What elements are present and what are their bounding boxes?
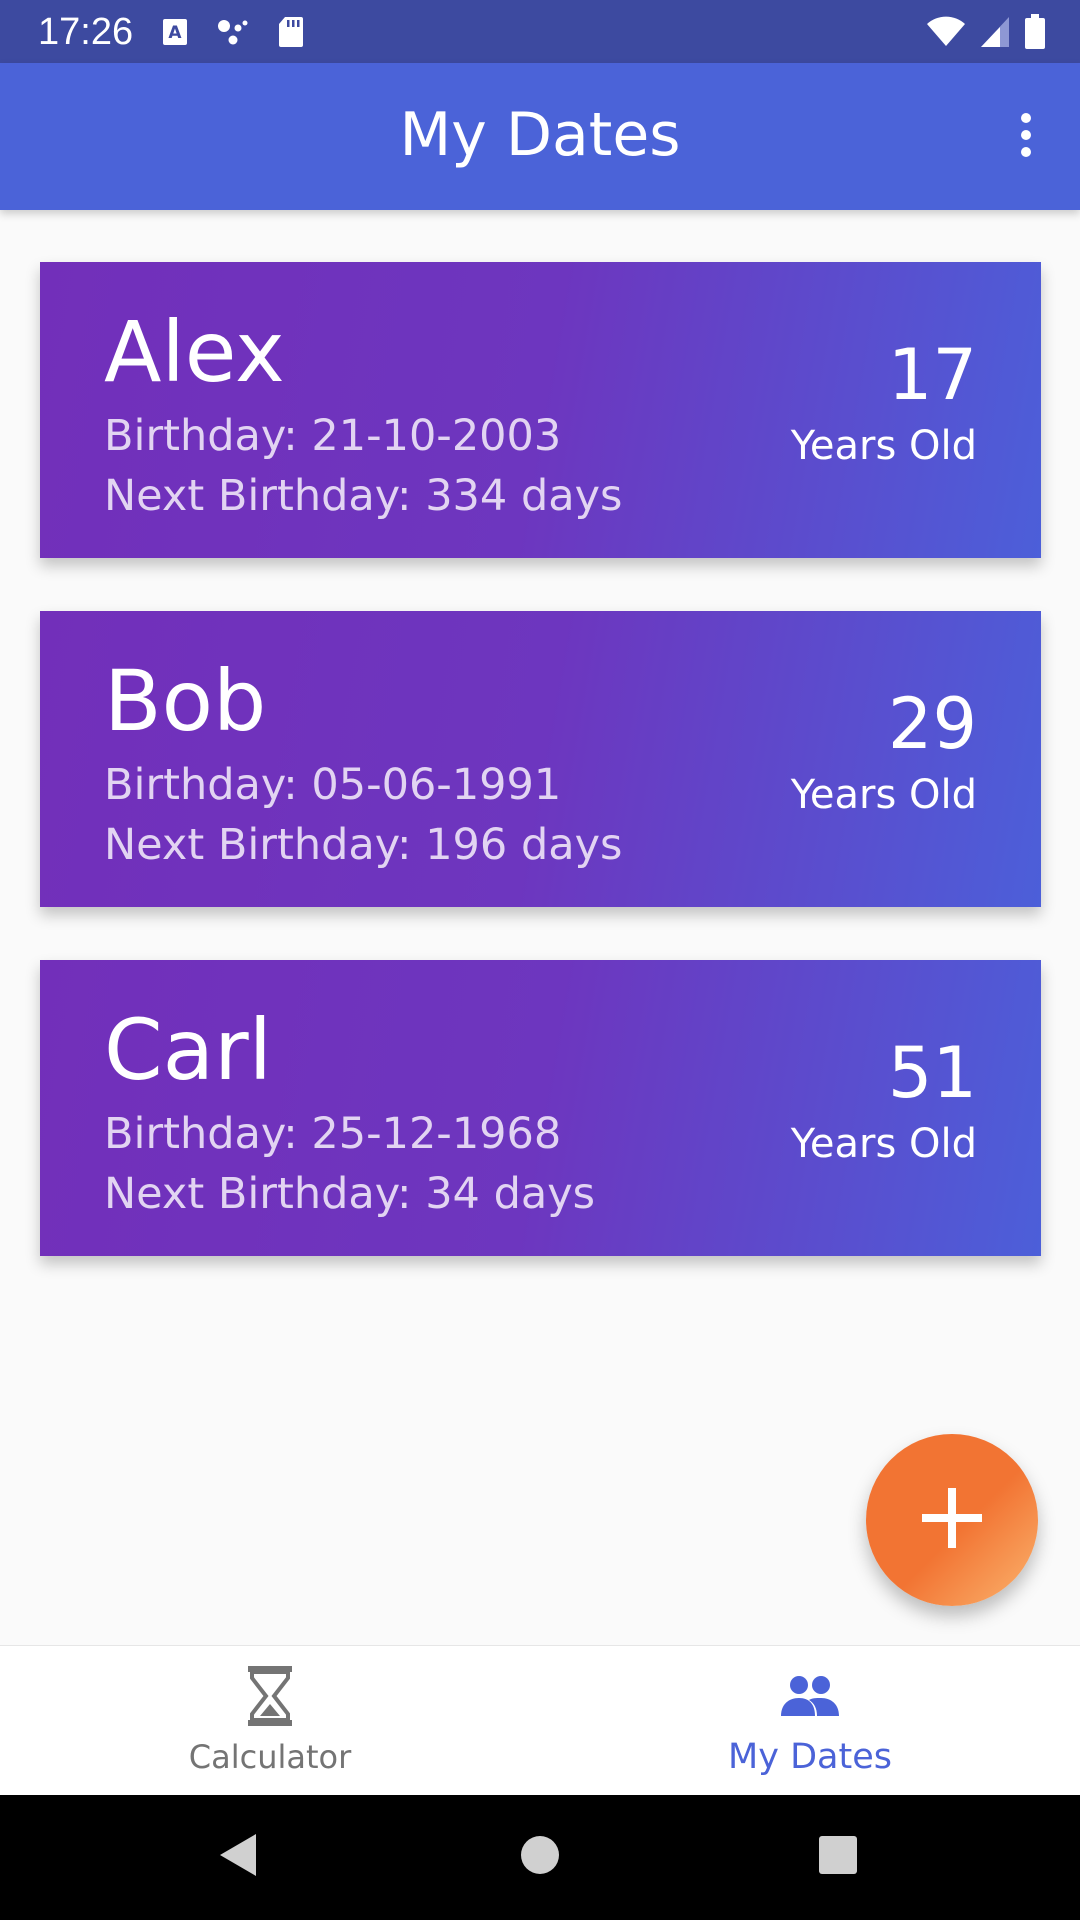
card-name: Carl xyxy=(104,1001,272,1099)
nav-label-calculator: Calculator xyxy=(188,1738,352,1776)
recents-button[interactable] xyxy=(808,1827,868,1887)
home-button[interactable] xyxy=(510,1827,570,1887)
date-card-bob[interactable]: Bob Birthday: 05-06-1991 Next Birthday: … xyxy=(40,611,1041,907)
keyboard-a-icon: A xyxy=(162,18,188,46)
battery-icon xyxy=(1024,14,1046,50)
screen: 17:26 A My Dates Alex Birthday: 21-10-20… xyxy=(0,0,1080,1920)
svg-text:A: A xyxy=(168,23,182,43)
people-icon xyxy=(779,1662,841,1730)
recents-icon xyxy=(817,1834,859,1880)
card-birthday: Birthday: 25-12-1968 xyxy=(104,1109,562,1159)
signal-icon xyxy=(980,16,1010,48)
date-card-carl[interactable]: Carl Birthday: 25-12-1968 Next Birthday:… xyxy=(40,960,1041,1256)
bottom-navigation: Calculator My Dates xyxy=(0,1645,1080,1796)
home-icon xyxy=(519,1834,561,1880)
system-navigation-bar xyxy=(0,1795,1080,1920)
date-card-list: Alex Birthday: 21-10-2003 Next Birthday:… xyxy=(40,262,1041,1309)
card-age-label: Years Old xyxy=(790,1121,977,1167)
status-bar: 17:26 A xyxy=(0,0,1080,63)
card-next-birthday: Next Birthday: 196 days xyxy=(104,820,623,870)
card-name: Bob xyxy=(104,652,267,750)
more-vert-icon xyxy=(1018,112,1034,162)
back-icon xyxy=(216,1830,260,1884)
card-name: Alex xyxy=(104,303,285,401)
card-age-label: Years Old xyxy=(790,423,977,469)
card-age: 17 xyxy=(887,334,977,416)
wifi-icon xyxy=(926,16,966,48)
nav-label-my-dates: My Dates xyxy=(728,1737,892,1777)
sd-card-icon xyxy=(278,16,304,48)
card-next-birthday: Next Birthday: 334 days xyxy=(104,471,623,521)
status-icons-left: A xyxy=(162,14,304,50)
page-title: My Dates xyxy=(399,100,681,170)
plus-icon xyxy=(920,1486,984,1554)
card-age-label: Years Old xyxy=(790,772,977,818)
nav-item-my-dates[interactable]: My Dates xyxy=(540,1646,1080,1796)
card-next-birthday: Next Birthday: 34 days xyxy=(104,1169,596,1219)
overflow-menu-button[interactable] xyxy=(998,107,1054,167)
date-card-alex[interactable]: Alex Birthday: 21-10-2003 Next Birthday:… xyxy=(40,262,1041,558)
card-birthday: Birthday: 05-06-1991 xyxy=(104,760,562,810)
assistant-dots-icon xyxy=(216,18,250,46)
hourglass-icon xyxy=(246,1662,294,1730)
card-age: 29 xyxy=(887,683,977,765)
status-time: 17:26 xyxy=(38,11,134,53)
card-birthday: Birthday: 21-10-2003 xyxy=(104,411,562,461)
add-date-button[interactable] xyxy=(866,1434,1038,1606)
card-age: 51 xyxy=(887,1032,977,1114)
nav-item-calculator[interactable]: Calculator xyxy=(0,1646,540,1796)
app-bar: My Dates xyxy=(0,63,1080,210)
back-button[interactable] xyxy=(208,1827,268,1887)
status-icons-right xyxy=(926,14,1046,50)
